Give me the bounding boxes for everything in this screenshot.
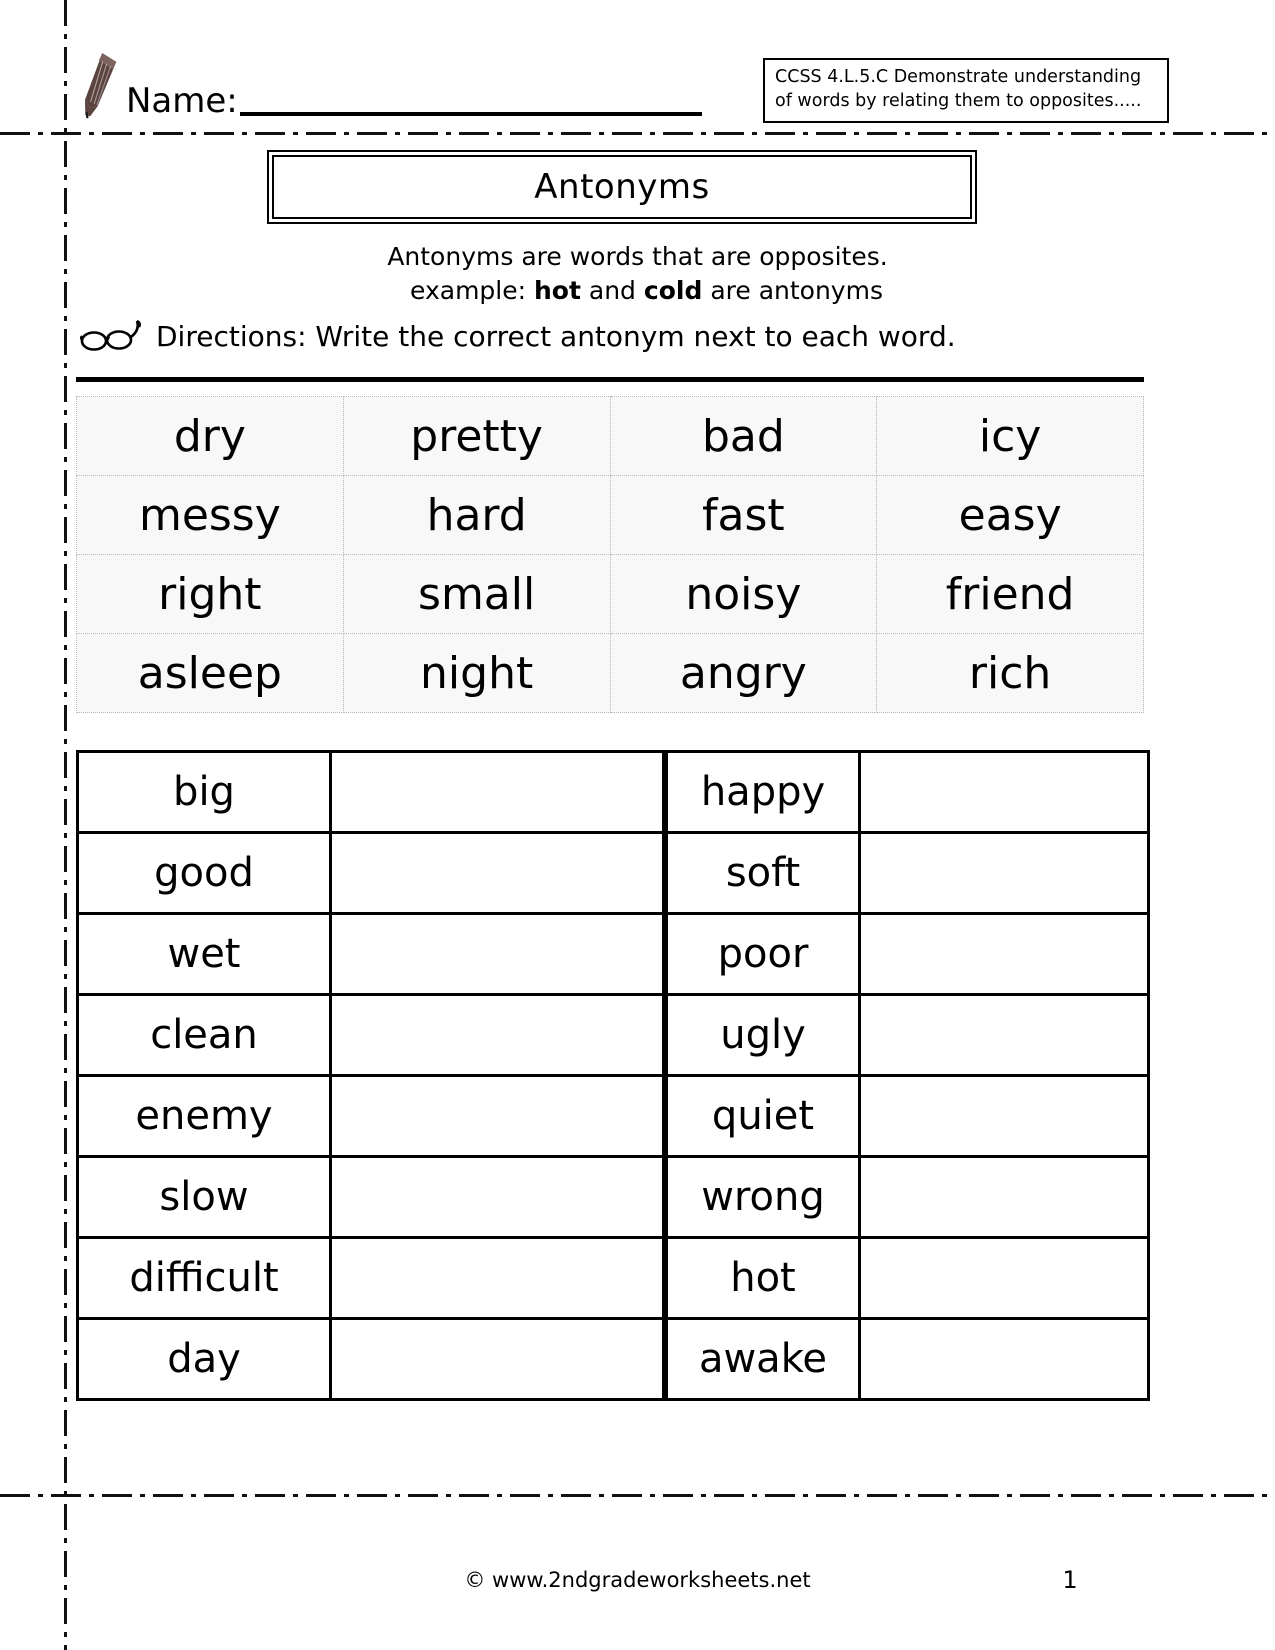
- name-input-line[interactable]: [239, 111, 702, 116]
- word-bank-row: messy hard fast easy: [76, 475, 1144, 555]
- word-bank-cell: right: [76, 554, 344, 634]
- answer-blank[interactable]: [858, 1236, 1150, 1320]
- answer-blank[interactable]: [858, 1317, 1150, 1401]
- word-bank-cell: messy: [76, 475, 344, 555]
- example-prefix: example:: [410, 275, 527, 305]
- word-bank-cell: hard: [342, 475, 611, 555]
- example-word-hot: hot: [534, 275, 581, 305]
- answer-blank[interactable]: [858, 831, 1150, 915]
- answer-blank[interactable]: [858, 1074, 1150, 1158]
- prompt-word: big: [76, 750, 332, 834]
- prompt-word: quiet: [662, 1074, 861, 1158]
- word-bank-cell: icy: [876, 396, 1144, 476]
- word-bank-cell: dry: [76, 396, 344, 476]
- definition-line: Antonyms are words that are opposites.: [387, 242, 888, 271]
- definition-block: Antonyms are words that are opposites. e…: [0, 240, 1275, 308]
- name-row: Name:: [78, 42, 702, 124]
- answer-table: big happy good soft wet poor clean ugly …: [76, 750, 1150, 1401]
- word-bank-row: right small noisy friend: [76, 554, 1144, 634]
- worksheet-title-box-inner: Antonyms: [272, 155, 972, 219]
- answer-blank[interactable]: [858, 993, 1150, 1077]
- table-row: enemy quiet: [76, 1074, 1150, 1158]
- table-row: wet poor: [76, 912, 1150, 996]
- answer-blank[interactable]: [858, 750, 1150, 834]
- prompt-word: slow: [76, 1155, 332, 1239]
- example-line: example: hot and cold are antonyms: [0, 274, 1275, 308]
- prompt-word: poor: [662, 912, 861, 996]
- directions-text: Directions: Write the correct antonym ne…: [156, 319, 956, 353]
- prompt-word: wrong: [662, 1155, 861, 1239]
- word-bank-cell: asleep: [76, 633, 344, 713]
- table-row: big happy: [76, 750, 1150, 834]
- prompt-word: awake: [662, 1317, 861, 1401]
- word-bank-cell: pretty: [342, 396, 611, 476]
- section-divider: [76, 377, 1144, 382]
- word-bank-row: asleep night angry rich: [76, 633, 1144, 713]
- word-bank-cell: angry: [609, 633, 878, 713]
- page-title: Antonyms: [534, 167, 710, 207]
- answer-table-body: big happy good soft wet poor clean ugly …: [76, 750, 1150, 1401]
- prompt-word: enemy: [76, 1074, 332, 1158]
- answer-blank[interactable]: [329, 912, 667, 996]
- answer-blank[interactable]: [329, 1317, 667, 1401]
- top-horizontal-cut-line: [0, 132, 1275, 135]
- worksheet-title-box: Antonyms: [267, 150, 977, 224]
- prompt-word: clean: [76, 993, 332, 1077]
- answer-blank[interactable]: [329, 1236, 667, 1320]
- glasses-icon: [80, 318, 146, 354]
- word-bank-cell: rich: [876, 633, 1144, 713]
- word-bank-row: dry pretty bad icy: [76, 396, 1144, 476]
- example-suffix: are antonyms: [710, 275, 883, 305]
- example-conjunction: and: [588, 275, 636, 305]
- table-row: day awake: [76, 1317, 1150, 1401]
- answer-blank[interactable]: [858, 1155, 1150, 1239]
- prompt-word: ugly: [662, 993, 861, 1077]
- bottom-horizontal-cut-line: [0, 1494, 1275, 1497]
- prompt-word: happy: [662, 750, 861, 834]
- word-bank-cell: easy: [876, 475, 1144, 555]
- prompt-word: day: [76, 1317, 332, 1401]
- word-bank-cell: night: [342, 633, 611, 713]
- table-row: good soft: [76, 831, 1150, 915]
- table-row: clean ugly: [76, 993, 1150, 1077]
- answer-blank[interactable]: [329, 750, 667, 834]
- word-bank-cell: small: [342, 554, 611, 634]
- word-bank-cell: noisy: [609, 554, 878, 634]
- answer-blank[interactable]: [858, 912, 1150, 996]
- prompt-word: wet: [76, 912, 332, 996]
- answer-blank[interactable]: [329, 831, 667, 915]
- word-bank-cell: fast: [609, 475, 878, 555]
- word-bank-cell: bad: [609, 396, 878, 476]
- prompt-word: soft: [662, 831, 861, 915]
- prompt-word: good: [76, 831, 332, 915]
- table-row: difficult hot: [76, 1236, 1150, 1320]
- word-bank: dry pretty bad icy messy hard fast easy …: [76, 396, 1144, 713]
- directions-row: Directions: Write the correct antonym ne…: [80, 318, 956, 354]
- answer-blank[interactable]: [329, 1155, 667, 1239]
- page-number: 1: [1062, 1566, 1078, 1594]
- name-label: Name:: [126, 81, 238, 121]
- answer-blank[interactable]: [329, 993, 667, 1077]
- example-word-cold: cold: [643, 275, 703, 305]
- prompt-word: difficult: [76, 1236, 332, 1320]
- ccss-standard-box: CCSS 4.L.5.C Demonstrate understanding o…: [763, 58, 1169, 124]
- ccss-line-2: of words by relating them to opposites..…: [775, 90, 1142, 111]
- word-bank-body: dry pretty bad icy messy hard fast easy …: [76, 396, 1144, 713]
- answer-blank[interactable]: [329, 1074, 667, 1158]
- pencil-icon: [78, 48, 122, 124]
- ccss-line-1: CCSS 4.L.5.C Demonstrate understanding: [775, 67, 1142, 87]
- table-row: slow wrong: [76, 1155, 1150, 1239]
- prompt-word: hot: [662, 1236, 861, 1320]
- word-bank-cell: friend: [876, 554, 1144, 634]
